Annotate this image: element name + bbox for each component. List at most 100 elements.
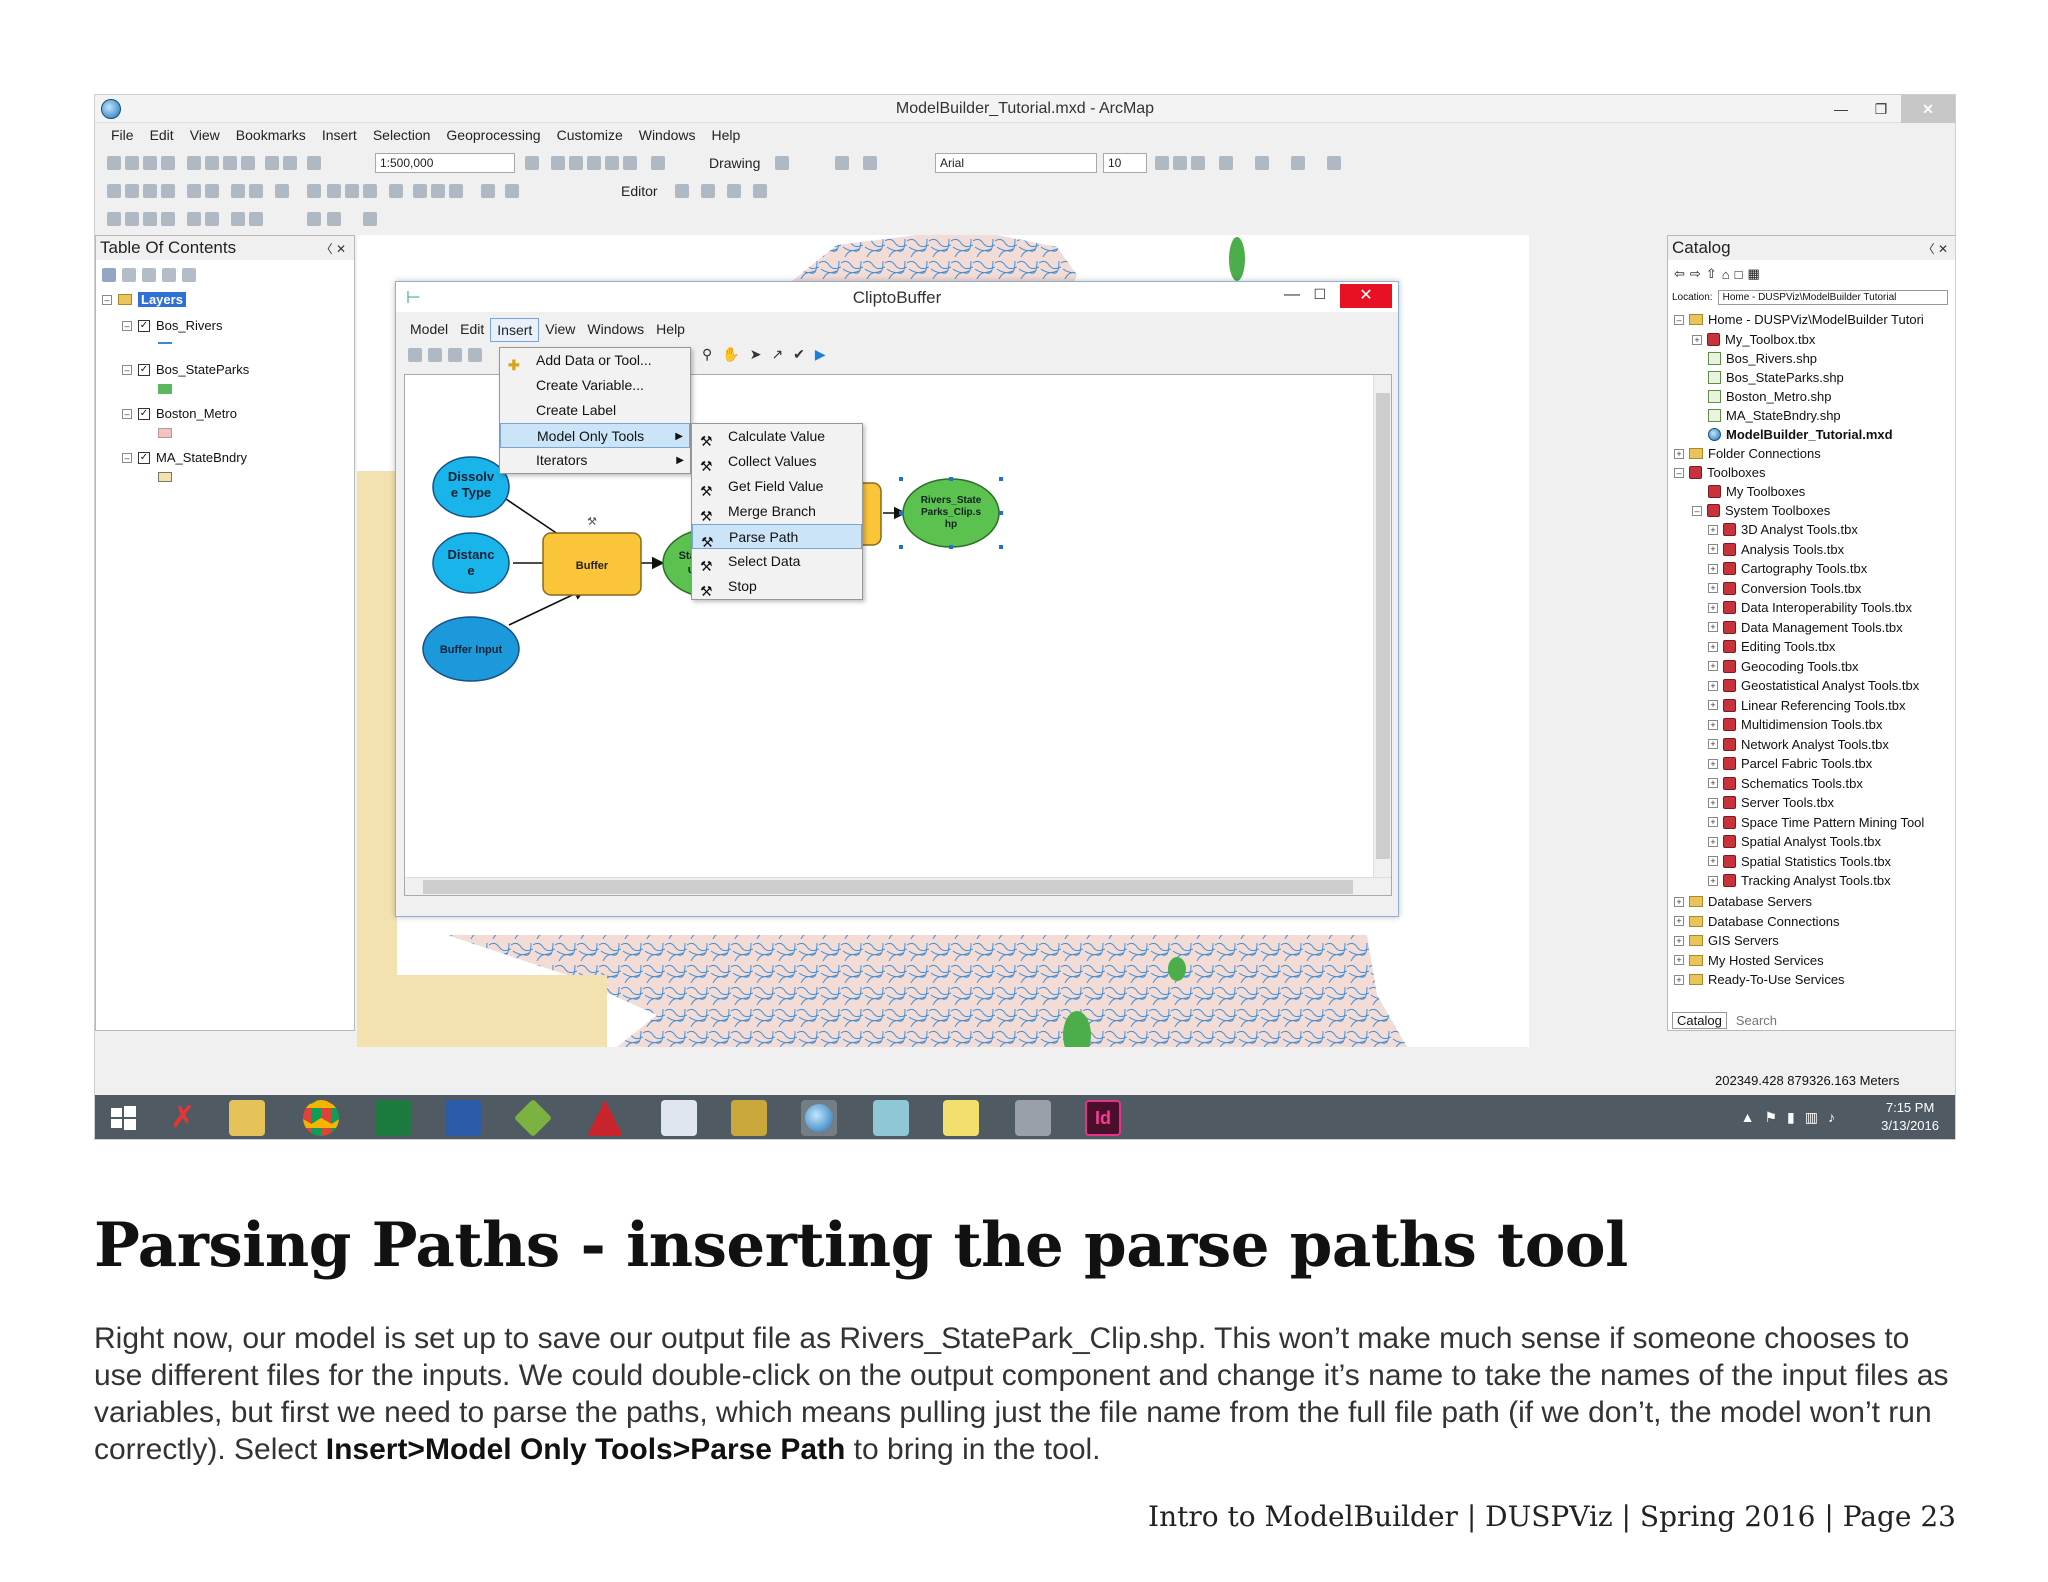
visibility-checkbox[interactable]: ✓: [138, 451, 150, 464]
labeling-icon[interactable]: [307, 212, 321, 226]
expand-icon[interactable]: +: [1708, 641, 1718, 652]
print-icon[interactable]: [428, 348, 442, 362]
save-icon[interactable]: [143, 156, 157, 170]
toc-root[interactable]: – Layers: [102, 292, 186, 307]
expand-icon[interactable]: +: [1708, 661, 1718, 671]
expand-icon[interactable]: +: [1708, 817, 1718, 827]
visibility-checkbox[interactable]: ✓: [138, 319, 150, 332]
system-toolbox-item[interactable]: + Geostatistical Analyst Tools.tbx: [1708, 678, 1919, 693]
expand-icon[interactable]: +: [1708, 836, 1718, 847]
arccatalog-icon[interactable]: [731, 1100, 767, 1136]
system-toolbox-item[interactable]: + Tracking Analyst Tools.tbx: [1708, 873, 1891, 888]
network-icon[interactable]: [205, 212, 219, 226]
edit-vertices-icon[interactable]: [753, 184, 767, 198]
catalog-item[interactable]: Bos_Rivers.shp: [1708, 351, 1817, 366]
editor-toolbar-icon[interactable]: [525, 156, 539, 170]
validate-icon[interactable]: ✔: [793, 346, 805, 363]
pan-icon[interactable]: ✋: [722, 346, 739, 363]
layout-view-icon[interactable]: [363, 212, 377, 226]
copy-icon[interactable]: [468, 348, 482, 362]
system-toolbox-item[interactable]: + Multidimension Tools.tbx: [1708, 717, 1882, 732]
menu-help[interactable]: Help: [704, 123, 749, 147]
excel-icon[interactable]: [375, 1100, 411, 1136]
app-book-icon[interactable]: [873, 1100, 909, 1136]
calculator-icon[interactable]: [661, 1100, 697, 1136]
drawing-menu[interactable]: Drawing: [709, 155, 760, 171]
back-extent-icon[interactable]: [231, 184, 245, 198]
scroll-thumb[interactable]: [1376, 393, 1390, 859]
collapse-icon[interactable]: –: [1692, 505, 1702, 516]
expand-icon[interactable]: +: [1674, 935, 1684, 946]
edit-tool-icon[interactable]: [675, 184, 689, 198]
system-toolbox-item[interactable]: + Space Time Pattern Mining Tool: [1708, 815, 1924, 830]
effects-icon[interactable]: [249, 212, 263, 226]
list-by-selection-icon[interactable]: [162, 268, 176, 282]
menu-windows[interactable]: Windows: [581, 318, 650, 342]
system-toolbox-item[interactable]: + Analysis Tools.tbx: [1708, 542, 1844, 557]
select-icon[interactable]: ➤: [750, 346, 762, 363]
search-tab[interactable]: Search: [1732, 1013, 1781, 1028]
catalog-node[interactable]: + My Hosted Services: [1674, 953, 1824, 968]
arcmap-taskbar-icon[interactable]: [801, 1100, 837, 1136]
system-toolbox-item[interactable]: + Schematics Tools.tbx: [1708, 776, 1863, 791]
catalog-tab[interactable]: Catalog: [1672, 1012, 1727, 1029]
system-toolbox-item[interactable]: + Linear Referencing Tools.tbx: [1708, 698, 1906, 713]
catalog-home[interactable]: – Home - DUSPViz\ModelBuilder Tutori: [1674, 312, 1924, 327]
underline-icon[interactable]: [1191, 156, 1205, 170]
expand-icon[interactable]: +: [1708, 680, 1718, 691]
toc-layer[interactable]: – ✓ Boston_Metro: [122, 406, 237, 421]
views-icon[interactable]: ▦: [1747, 266, 1759, 282]
model-only-tools-item[interactable]: Model Only Tools ▶: [500, 423, 690, 448]
topology-icon[interactable]: [187, 212, 201, 226]
search-window-icon[interactable]: [587, 156, 601, 170]
catalog-item[interactable]: Bos_StateParks.shp: [1708, 370, 1844, 385]
back-icon[interactable]: ⇦: [1674, 266, 1685, 282]
system-toolbox-item[interactable]: + Network Analyst Tools.tbx: [1708, 737, 1889, 752]
animation-icon[interactable]: [231, 212, 245, 226]
redo-icon[interactable]: [283, 156, 297, 170]
editor-menu[interactable]: Editor: [621, 183, 658, 199]
network-icon[interactable]: ▥: [1805, 1109, 1818, 1126]
location-field[interactable]: Home - DUSPViz\ModelBuilder Tutorial: [1717, 290, 1948, 305]
marker-color-icon[interactable]: [1327, 156, 1341, 170]
expand-icon[interactable]: +: [1674, 896, 1684, 907]
print-icon[interactable]: [161, 156, 175, 170]
layout-icon[interactable]: [125, 212, 139, 226]
system-toolbox-item[interactable]: + Server Tools.tbx: [1708, 795, 1834, 810]
modelbuilder-icon[interactable]: [651, 156, 665, 170]
layers-label[interactable]: Layers: [138, 292, 186, 307]
expand-icon[interactable]: +: [1692, 334, 1702, 345]
system-toolbox-item[interactable]: + Cartography Tools.tbx: [1708, 561, 1867, 576]
select-features-icon[interactable]: [275, 184, 289, 198]
catalog-item[interactable]: Boston_Metro.shp: [1708, 389, 1832, 404]
pin-close-icon[interactable]: 〈 ✕: [1923, 240, 1948, 257]
collapse-icon[interactable]: –: [1674, 314, 1684, 325]
list-by-drawing-order-icon[interactable]: [102, 268, 116, 282]
snapping-icon[interactable]: [161, 212, 175, 226]
minimize-button[interactable]: —: [1821, 95, 1861, 123]
paste-icon[interactable]: [223, 156, 237, 170]
add-data-icon[interactable]: [307, 156, 321, 170]
html-popup-icon[interactable]: [363, 184, 377, 198]
select-elements-icon[interactable]: [775, 156, 789, 170]
expand-icon[interactable]: +: [1708, 778, 1718, 788]
undo-icon[interactable]: [265, 156, 279, 170]
delete-icon[interactable]: [241, 156, 255, 170]
expand-icon[interactable]: +: [1708, 856, 1718, 866]
menu-view[interactable]: View: [539, 318, 581, 342]
menu-file[interactable]: File: [103, 123, 142, 147]
find-route-icon[interactable]: [431, 184, 445, 198]
bold-icon[interactable]: [1155, 156, 1169, 170]
new-document-icon[interactable]: [107, 156, 121, 170]
catalog-window-icon[interactable]: [569, 156, 583, 170]
italic-icon[interactable]: [1173, 156, 1187, 170]
toc-options-icon[interactable]: [182, 268, 196, 282]
catalog-item[interactable]: MA_StateBndry.shp: [1708, 408, 1841, 423]
calculate-value-item[interactable]: ⚒ Calculate Value: [692, 424, 862, 449]
arctoolbox-icon[interactable]: [605, 156, 619, 170]
expand-icon[interactable]: +: [1708, 739, 1718, 749]
expand-icon[interactable]: +: [1708, 758, 1718, 769]
system-toolbox-item[interactable]: + Data Management Tools.tbx: [1708, 620, 1903, 635]
collapse-icon[interactable]: –: [1674, 467, 1684, 478]
copy-icon[interactable]: [205, 156, 219, 170]
